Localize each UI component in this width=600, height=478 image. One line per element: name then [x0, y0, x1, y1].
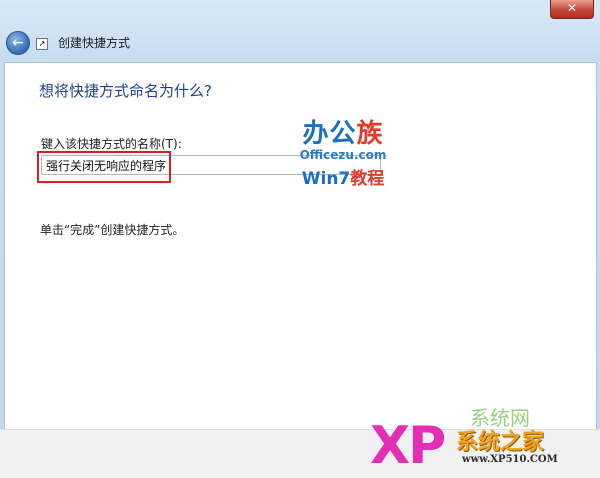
- finish-instruction: 单击“完成”创建快捷方式。: [40, 223, 185, 237]
- wizard-window: ✕ ← ↗ 创建快捷方式 想将快捷方式命名为什么? 键入该快捷方式的名称(T):…: [0, 0, 600, 478]
- shortcut-name-label: 键入该快捷方式的名称(T):: [41, 137, 182, 151]
- wizard-header: ← ↗ 创建快捷方式: [0, 22, 600, 62]
- xp510-watermark: XP 系统网 系统之家 www.XP510.COM: [370, 402, 598, 476]
- shortcut-icon: ↗: [36, 38, 48, 50]
- watermark-subtitle: Win7教程: [301, 169, 385, 189]
- watermark-line2: 系统之家: [456, 430, 545, 455]
- close-button[interactable]: ✕: [550, 0, 594, 19]
- officezu-watermark: 办公族 Officezu.com Win7教程: [293, 113, 393, 189]
- close-icon: ✕: [566, 1, 578, 15]
- window-title: 创建快捷方式: [58, 36, 131, 50]
- back-button[interactable]: ←: [6, 31, 30, 55]
- wizard-content: 想将快捷方式命名为什么? 键入该快捷方式的名称(T): 单击“完成”创建快捷方式…: [4, 62, 597, 430]
- watermark-logo: 办公族: [302, 119, 384, 149]
- back-arrow-icon: ←: [12, 35, 24, 51]
- watermark-site: Officezu.com: [299, 148, 387, 162]
- page-heading: 想将快捷方式命名为什么?: [39, 82, 212, 100]
- xp-logo: XP: [370, 416, 446, 476]
- watermark-url: www.XP510.COM: [462, 454, 558, 465]
- highlight-box: [37, 151, 171, 183]
